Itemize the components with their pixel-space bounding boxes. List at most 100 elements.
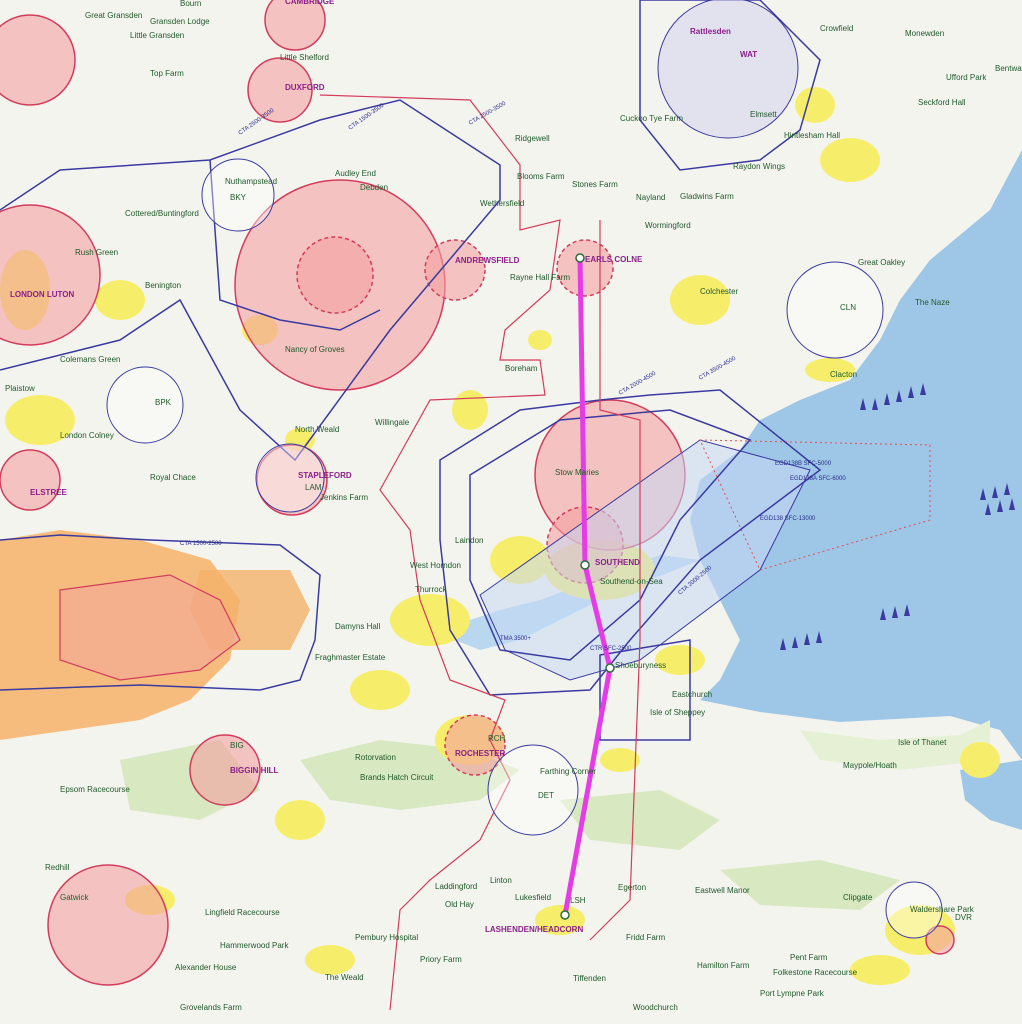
- place-label-eastchurch: Eastchurch: [672, 690, 712, 699]
- place-label-bentwaters: Bentwaters: [995, 64, 1022, 73]
- place-label-laindon: Laindon: [455, 536, 483, 545]
- place-label-colemans-green: Colemans Green: [60, 355, 120, 364]
- place-label-egerton: Egerton: [618, 883, 646, 892]
- place-label-shoeburyness: Shoeburyness: [615, 661, 666, 670]
- place-label-elmsett: Elmsett: [750, 110, 777, 119]
- place-label-woodchurch: Woodchurch: [633, 1003, 678, 1012]
- place-label-nayland: Nayland: [636, 193, 665, 202]
- place-label-port-lympne-park: Port Lympne Park: [760, 989, 825, 998]
- aviation-chart: Bourn Great Gransden Gransden Lodge Little …: [0, 0, 1022, 1024]
- place-label-earls-colne: EARLS COLNE: [585, 255, 643, 264]
- place-label-crowfield: Crowfield: [820, 24, 853, 33]
- place-label-epsom-racecourse: Epsom Racecourse: [60, 785, 130, 794]
- airspace-label: TMA 3500+: [500, 636, 531, 642]
- place-label-monewden: Monewden: [905, 29, 944, 38]
- place-label-london-luton: LONDON LUTON: [10, 290, 75, 299]
- airspace-label: EGD138B SFC-5000: [775, 461, 832, 467]
- place-label-rattlesden: Rattlesden: [690, 27, 731, 36]
- place-label-isle-of-sheppey: Isle of Sheppey: [650, 708, 705, 717]
- place-label-gransden-lodge: Gransden Lodge: [150, 17, 210, 26]
- place-label-the-naze: The Naze: [915, 298, 950, 307]
- place-label-clacton: Clacton: [830, 370, 857, 379]
- place-label-bky: BKY: [230, 193, 247, 202]
- place-label-cottered-buntingford: Cottered/Buntingford: [125, 209, 199, 218]
- airspace-label: EGD138A SFC-6000: [790, 476, 846, 482]
- place-label-benington: Benington: [145, 281, 181, 290]
- place-label-lukesfield: Lukesfield: [515, 893, 551, 902]
- place-label-alexander-house: Alexander House: [175, 963, 237, 972]
- place-label-royal-chace: Royal Chace: [150, 473, 196, 482]
- place-label-stow-maries: Stow Maries: [555, 468, 599, 477]
- place-label-wethersfield: Wethersfield: [480, 199, 524, 208]
- place-label-andrewsfield: ANDREWSFIELD: [455, 256, 520, 265]
- place-label-ridgewell: Ridgewell: [515, 134, 550, 143]
- place-label-rotorvation: Rotorvation: [355, 753, 396, 762]
- place-label-rochester: ROCHESTER: [455, 749, 505, 758]
- place-label-willingale: Willingale: [375, 418, 410, 427]
- place-label-wormingford: Wormingford: [645, 221, 691, 230]
- place-label-damyns-hall: Damyns Hall: [335, 622, 381, 631]
- place-label-hamilton-farm: Hamilton Farm: [697, 961, 750, 970]
- place-label-hintlesham-hall: Hintlesham Hall: [784, 131, 840, 140]
- place-label-hammerwood-park: Hammerwood Park: [220, 941, 289, 950]
- place-label-colchester: Colchester: [700, 287, 739, 296]
- airspace-label: CTR SFC-2500: [590, 646, 632, 652]
- place-label-laddingford: Laddingford: [435, 882, 477, 891]
- place-label-blooms-farm: Blooms Farm: [517, 172, 565, 181]
- place-label-clipgate: Clipgate: [843, 893, 873, 902]
- place-label-great-oakley: Great Oakley: [858, 258, 905, 267]
- place-label-priory-farm: Priory Farm: [420, 955, 462, 964]
- place-label-lam: LAM: [305, 483, 322, 492]
- place-label-linton: Linton: [490, 876, 512, 885]
- place-label-little-gransden: Little Gransden: [130, 31, 184, 40]
- place-label-pembury-hospital: Pembury Hospital: [355, 933, 418, 942]
- place-label-gladwins-farm: Gladwins Farm: [680, 192, 734, 201]
- place-label-southend-on-sea: Southend-on-Sea: [600, 577, 663, 586]
- place-label-debden: Debden: [360, 183, 388, 192]
- place-label-jenkins-farm: Jenkins Farm: [320, 493, 368, 502]
- place-label-southend: SOUTHEND: [595, 558, 640, 567]
- place-label-thurrock: Thurrock: [415, 585, 448, 594]
- place-label-cuckoo-tye-farm: Cuckoo Tye Farm: [620, 114, 683, 123]
- place-label-brands-hatch-circuit: Brands Hatch Circuit: [360, 773, 434, 782]
- place-label-biggin-hill: BIGGIN HILL: [230, 766, 279, 775]
- place-label-tiffenden: Tiffenden: [573, 974, 606, 983]
- place-label-audley-end: Audley End: [335, 169, 376, 178]
- place-label-london-colney: London Colney: [60, 431, 114, 440]
- airspace-label: CTA 1500-2500: [180, 541, 222, 547]
- place-label-redhill: Redhill: [45, 863, 70, 872]
- place-label-elstree: ELSTREE: [30, 488, 68, 497]
- place-label-bpk: BPK: [155, 398, 172, 407]
- place-label-top-farm: Top Farm: [150, 69, 184, 78]
- place-label-rch: RCH: [488, 734, 506, 743]
- place-label-stapleford: STAPLEFORD: [298, 471, 352, 480]
- place-label-gatwick: Gatwick: [60, 893, 89, 902]
- place-label-grovelands-farm: Grovelands Farm: [180, 1003, 242, 1012]
- airspace-label: EGD138 SFC-13000: [760, 516, 816, 522]
- place-label-farthing-corner: Farthing Corner: [540, 767, 596, 776]
- place-label-nuthampstead: Nuthampstead: [225, 177, 277, 186]
- place-label-seckford-hall: Seckford Hall: [918, 98, 966, 107]
- place-label-eastwell-manor: Eastwell Manor: [695, 886, 750, 895]
- place-label-pent-farm: Pent Farm: [790, 953, 828, 962]
- place-label-fraghmaster-estate: Fraghmaster Estate: [315, 653, 386, 662]
- place-label-west-horndon: West Horndon: [410, 561, 461, 570]
- place-label-folkestone-racecourse: Folkestone Racecourse: [773, 968, 858, 977]
- place-label-stones-farm: Stones Farm: [572, 180, 618, 189]
- place-label-boreham: Boreham: [505, 364, 538, 373]
- place-label-fridd-farm: Fridd Farm: [626, 933, 665, 942]
- place-label-plaistow: Plaistow: [5, 384, 35, 393]
- place-label-the-weald: The Weald: [325, 973, 364, 982]
- place-label-rush-green: Rush Green: [75, 248, 118, 257]
- place-label-dvr: DVR: [955, 913, 972, 922]
- place-label-little-shelford: Little Shelford: [280, 53, 329, 62]
- place-label-lingfield-racecourse: Lingfield Racecourse: [205, 908, 280, 917]
- place-label-maypole-hoath: Maypole/Hoath: [843, 761, 897, 770]
- place-label-cln: CLN: [840, 303, 856, 312]
- place-label-raydon-wings: Raydon Wings: [733, 162, 785, 171]
- place-label-north-weald: North Weald: [295, 425, 339, 434]
- place-label-bourn: Bourn: [180, 0, 201, 8]
- place-label-det: DET: [538, 791, 554, 800]
- place-label-cambridge: CAMBRIDGE: [285, 0, 335, 6]
- place-label-great-gransden: Great Gransden: [85, 11, 142, 20]
